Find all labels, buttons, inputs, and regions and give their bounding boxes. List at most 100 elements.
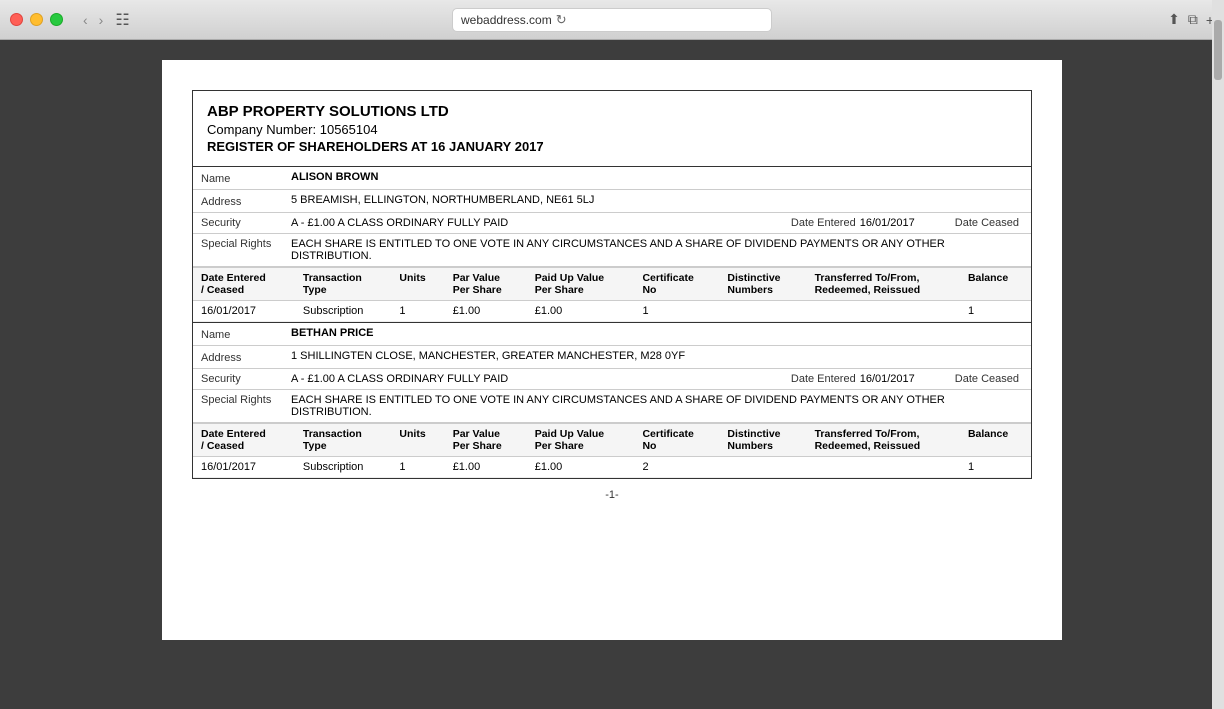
th-transferred-1: Transferred To/From,Redeemed, Reissued <box>807 268 960 301</box>
name-value-2: BETHAN PRICE <box>291 327 1023 339</box>
security-row-2: Security A - £1.00 A CLASS ORDINARY FULL… <box>193 369 1031 390</box>
td-cert-1-0: 1 <box>634 301 719 322</box>
th-transferred-2: Transferred To/From,Redeemed, Reissued <box>807 424 960 457</box>
th-type-2: TransactionType <box>295 424 392 457</box>
table-row-2-0: 16/01/2017 Subscription 1 £1.00 £1.00 2 … <box>193 457 1031 478</box>
address-row-2: Address 1 SHILLINGTEN CLOSE, MANCHESTER,… <box>193 346 1031 369</box>
th-balance-2: Balance <box>960 424 1031 457</box>
nav-buttons: ‹ › <box>79 10 107 30</box>
date-entered-label-2: Date Entered <box>791 373 856 385</box>
url-text: webaddress.com <box>461 13 552 27</box>
close-button[interactable] <box>10 13 23 26</box>
td-par-1-0: £1.00 <box>445 301 527 322</box>
date-ceased-meta-2: Date Ceased <box>955 373 1023 385</box>
shareholder-section-2: Name BETHAN PRICE Address 1 SHILLINGTEN … <box>192 323 1032 479</box>
td-distinctive-1-0 <box>719 301 806 322</box>
td-distinctive-2-0 <box>719 457 806 478</box>
page-number: -1- <box>192 489 1032 501</box>
company-number-value: 10565104 <box>320 122 378 137</box>
company-number-line: Company Number: 10565104 <box>207 122 1017 137</box>
th-date-1: Date Entered/ Ceased <box>193 268 295 301</box>
scrollbar-thumb[interactable] <box>1214 20 1222 80</box>
th-units-2: Units <box>391 424 444 457</box>
security-row-1: Security A - £1.00 A CLASS ORDINARY FULL… <box>193 213 1031 234</box>
td-units-1-0: 1 <box>391 301 444 322</box>
th-distinctive-1: DistinctiveNumbers <box>719 268 806 301</box>
browser-chrome: ‹ › ☷ webaddress.com ↻ ⬆ ⧉ + <box>0 0 1224 40</box>
special-rights-row-1: Special Rights EACH SHARE IS ENTITLED TO… <box>193 234 1031 267</box>
th-distinctive-2: DistinctiveNumbers <box>719 424 806 457</box>
date-entered-label-1: Date Entered <box>791 217 856 229</box>
date-entered-meta-1: Date Entered 16/01/2017 <box>791 217 915 229</box>
shareholder-section-1: Name ALISON BROWN Address 5 BREAMISH, EL… <box>192 167 1032 323</box>
special-rights-value-1: EACH SHARE IS ENTITLED TO ONE VOTE IN AN… <box>291 238 1023 262</box>
th-par-2: Par ValuePer Share <box>445 424 527 457</box>
back-button[interactable]: ‹ <box>79 10 92 30</box>
address-label-1: Address <box>201 194 291 208</box>
th-cert-1: CertificateNo <box>634 268 719 301</box>
sidebar-button[interactable]: ☷ <box>115 10 129 30</box>
address-bar[interactable]: webaddress.com ↻ <box>452 8 772 32</box>
address-row-1: Address 5 BREAMISH, ELLINGTON, NORTHUMBE… <box>193 190 1031 213</box>
name-label-1: Name <box>201 171 291 185</box>
security-meta-2: Date Entered 16/01/2017 Date Ceased <box>791 373 1023 385</box>
td-units-2-0: 1 <box>391 457 444 478</box>
td-type-2-0: Subscription <box>295 457 392 478</box>
special-rights-value-2: EACH SHARE IS ENTITLED TO ONE VOTE IN AN… <box>291 394 1023 418</box>
date-ceased-label-2: Date Ceased <box>955 373 1019 385</box>
name-label-2: Name <box>201 327 291 341</box>
date-entered-value-1: 16/01/2017 <box>860 217 915 229</box>
security-value-1: A - £1.00 A CLASS ORDINARY FULLY PAID <box>291 217 791 229</box>
th-paid-2: Paid Up ValuePer Share <box>527 424 635 457</box>
scrollbar[interactable] <box>1212 0 1224 709</box>
th-units-1: Units <box>391 268 444 301</box>
td-date-1-0: 16/01/2017 <box>193 301 295 322</box>
browser-actions: ⬆ ⧉ + <box>1168 11 1214 28</box>
name-row-2: Name BETHAN PRICE <box>193 323 1031 346</box>
td-par-2-0: £1.00 <box>445 457 527 478</box>
traffic-lights <box>10 13 63 26</box>
date-ceased-meta-1: Date Ceased <box>955 217 1023 229</box>
special-rights-label-2: Special Rights <box>201 394 291 406</box>
td-paid-2-0: £1.00 <box>527 457 635 478</box>
security-meta-1: Date Entered 16/01/2017 Date Ceased <box>791 217 1023 229</box>
company-number-label: Company Number: <box>207 122 316 137</box>
new-tab-button[interactable]: ⧉ <box>1188 11 1198 28</box>
share-table-2: Date Entered/ Ceased TransactionType Uni… <box>193 423 1031 478</box>
maximize-button[interactable] <box>50 13 63 26</box>
register-title: REGISTER OF SHAREHOLDERS AT 16 JANUARY 2… <box>207 139 1017 154</box>
th-type-1: TransactionType <box>295 268 392 301</box>
reload-button[interactable]: ↻ <box>556 12 567 28</box>
security-value-2: A - £1.00 A CLASS ORDINARY FULLY PAID <box>291 373 791 385</box>
document: ABP PROPERTY SOLUTIONS LTD Company Numbe… <box>162 60 1062 640</box>
address-value-2: 1 SHILLINGTEN CLOSE, MANCHESTER, GREATER… <box>291 350 1023 362</box>
name-row-1: Name ALISON BROWN <box>193 167 1031 190</box>
td-date-2-0: 16/01/2017 <box>193 457 295 478</box>
td-cert-2-0: 2 <box>634 457 719 478</box>
page-area: ABP PROPERTY SOLUTIONS LTD Company Numbe… <box>0 40 1224 709</box>
table-header-row-2: Date Entered/ Ceased TransactionType Uni… <box>193 424 1031 457</box>
table-header-row-1: Date Entered/ Ceased TransactionType Uni… <box>193 268 1031 301</box>
th-paid-1: Paid Up ValuePer Share <box>527 268 635 301</box>
date-ceased-label-1: Date Ceased <box>955 217 1019 229</box>
security-label-2: Security <box>201 373 291 385</box>
share-table-1: Date Entered/ Ceased TransactionType Uni… <box>193 267 1031 322</box>
minimize-button[interactable] <box>30 13 43 26</box>
th-cert-2: CertificateNo <box>634 424 719 457</box>
address-value-1: 5 BREAMISH, ELLINGTON, NORTHUMBERLAND, N… <box>291 194 1023 206</box>
address-label-2: Address <box>201 350 291 364</box>
date-entered-meta-2: Date Entered 16/01/2017 <box>791 373 915 385</box>
th-balance-1: Balance <box>960 268 1031 301</box>
td-balance-2-0: 1 <box>960 457 1031 478</box>
td-transferred-2-0 <box>807 457 960 478</box>
special-rights-label-1: Special Rights <box>201 238 291 250</box>
doc-header: ABP PROPERTY SOLUTIONS LTD Company Numbe… <box>192 90 1032 167</box>
td-transferred-1-0 <box>807 301 960 322</box>
share-button[interactable]: ⬆ <box>1168 11 1180 28</box>
th-par-1: Par ValuePer Share <box>445 268 527 301</box>
special-rights-row-2: Special Rights EACH SHARE IS ENTITLED TO… <box>193 390 1031 423</box>
name-value-1: ALISON BROWN <box>291 171 1023 183</box>
company-name: ABP PROPERTY SOLUTIONS LTD <box>207 103 1017 120</box>
table-row-1-0: 16/01/2017 Subscription 1 £1.00 £1.00 1 … <box>193 301 1031 322</box>
forward-button[interactable]: › <box>95 10 108 30</box>
